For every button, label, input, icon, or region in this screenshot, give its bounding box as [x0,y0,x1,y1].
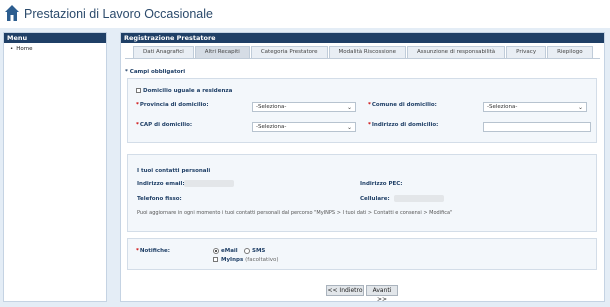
myinps-label: MyInps (facoltativo) [221,257,279,263]
comune-label: *Comune di domicilio: [368,102,437,108]
notifications-label-text: Notifiche: [139,248,170,254]
province-select[interactable]: -Seleziona- ⌄ [252,102,356,112]
indirizzo-input[interactable] [483,122,591,132]
tab-divider [125,58,600,59]
tab-bar: Dati Anagrafici Altri Recapiti Categoria… [133,46,594,58]
chevron-down-icon: ⌄ [346,104,352,111]
next-button[interactable]: Avanti >> [366,285,398,303]
sidebar-title: Menu [4,33,106,43]
back-button[interactable]: << Indietro [326,285,364,296]
contacts-panel: I tuoi contatti personali Indirizzo emai… [127,154,597,232]
comune-select-value: -Seleziona- [487,104,518,110]
myinps-checkbox[interactable] [213,257,218,262]
tab-categoria-prestatore[interactable]: Categoria Prestatore [250,46,328,58]
main-panel: Registrazione Prestatore Dati Anagrafici… [120,32,605,303]
sms-radio[interactable] [244,248,250,254]
app-title: Prestazioni di Lavoro Occasionale [24,7,213,21]
app-header: Prestazioni di Lavoro Occasionale [0,0,610,30]
comune-select[interactable]: -Seleziona- ⌄ [483,102,587,112]
myinps-optional-label: (facoltativo) [245,257,279,263]
cap-select-value: -Seleziona- [256,124,287,130]
indirizzo-label: *Indirizzo di domicilio: [368,122,439,128]
email-value-redacted [184,180,234,187]
email-radio[interactable] [213,248,219,254]
email-label: Indirizzo email: [137,181,185,187]
same-domicile-checkbox[interactable] [136,88,141,93]
comune-label-text: Comune di domicilio: [371,102,437,108]
tab-riepilogo[interactable]: Riepilogo [547,46,593,58]
province-select-value: -Seleziona- [256,104,287,110]
notifications-label: *Notifiche: [136,248,170,254]
cap-select[interactable]: -Seleziona- ⌄ [252,122,356,132]
cap-label-text: CAP di domicilio: [139,122,193,128]
contacts-title: I tuoi contatti personali [137,168,211,174]
chevron-down-icon: ⌄ [577,104,583,111]
province-label: *Provincia di domicilio: [136,102,209,108]
tab-assunzione-responsabilita[interactable]: Assunzione di responsabilità [406,46,506,58]
domicile-panel: Domicilio uguale a residenza *Provincia … [127,78,597,143]
mobile-value-redacted [394,195,444,202]
email-radio-label: eMail [221,248,238,254]
sidebar-item-home[interactable]: Home [10,45,106,53]
sidebar: Menu Home [3,32,107,302]
sms-radio-label: SMS [252,248,266,254]
sidebar-menu: Home [4,43,106,53]
tab-privacy[interactable]: Privacy [506,46,547,58]
notifications-panel: *Notifiche: eMail SMS MyInps (facoltativ… [127,238,597,270]
tab-modalita-riscossione[interactable]: Modalità Riscossione [328,46,406,58]
home-icon[interactable] [4,4,20,22]
province-label-text: Provincia di domicilio: [139,102,209,108]
tab-altri-recapiti[interactable]: Altri Recapiti [194,46,250,58]
phone-label: Telefono fisso: [137,196,182,202]
contacts-note: Puoi aggiornare in ogni momento i tuoi c… [137,210,453,216]
page-title: Registrazione Prestatore [121,33,604,43]
pec-label: Indirizzo PEC: [360,181,403,187]
chevron-down-icon: ⌄ [346,124,352,131]
same-domicile-label: Domicilio uguale a residenza [143,88,233,94]
tab-dati-anagrafici[interactable]: Dati Anagrafici [133,46,194,58]
myinps-label-text: MyInps [221,257,244,263]
indirizzo-label-text: Indirizzo di domicilio: [371,122,439,128]
mobile-label: Cellulare: [360,196,390,202]
cap-label: *CAP di domicilio: [136,122,193,128]
required-fields-note: * Campi obbligatori [125,69,186,75]
